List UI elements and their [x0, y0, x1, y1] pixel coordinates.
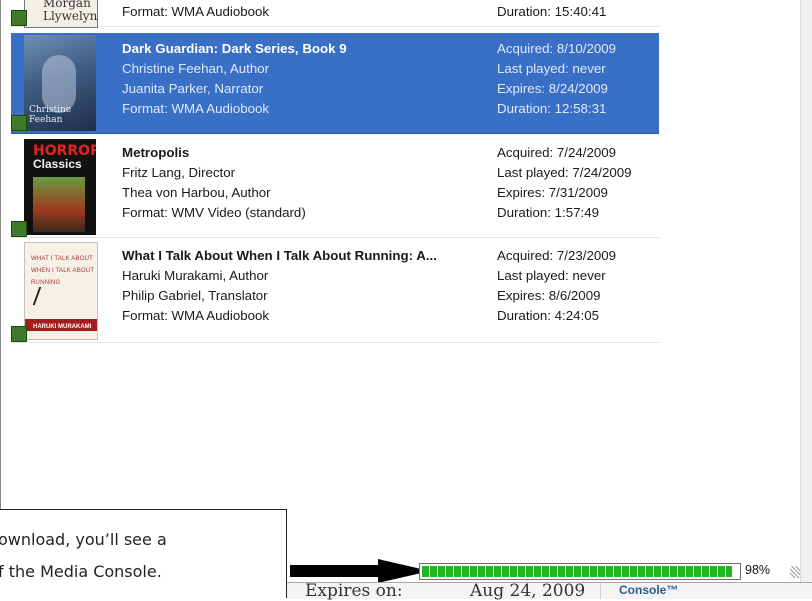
- media-console-tab[interactable]: Console™: [600, 581, 812, 599]
- item-acquired: Acquired: 8/10/2009: [497, 41, 617, 56]
- media-type-icon: [11, 115, 27, 131]
- item-title[interactable]: What I Talk About When I Talk About Runn…: [122, 246, 437, 266]
- item-duration: Duration: 12:58:31: [497, 101, 607, 116]
- item-last-played: Last played: never: [497, 268, 606, 283]
- list-item[interactable]: HORROR Classics Metropolis Fritz Lang, D…: [11, 137, 659, 238]
- item-duration: Duration: 1:57:49: [497, 205, 600, 220]
- item-format: Format: WMA Audiobook: [122, 4, 270, 19]
- item-expires: Expires: 8/24/2009: [497, 81, 608, 96]
- vertical-scrollbar[interactable]: [800, 0, 812, 585]
- progress-fill: [422, 566, 732, 577]
- progress-percent: 98%: [745, 563, 771, 577]
- item-translator: Philip Gabriel, Translator: [122, 288, 268, 303]
- download-progress-bar: [419, 563, 741, 580]
- expires-date: Aug 24, 2009: [470, 581, 586, 601]
- item-author: Christine Feehan, Author: [122, 61, 270, 76]
- item-director: Fritz Lang, Director: [122, 165, 236, 180]
- list-item-selected[interactable]: Christine Feehan Dark Guardian: Dark Ser…: [11, 33, 659, 134]
- item-narrator: Juanita Parker, Narrator: [122, 81, 264, 96]
- item-format: Format: WMA Audiobook: [122, 101, 270, 116]
- list-item[interactable]: Morgan Llywelyn Format: WMA Audiobook Dur…: [11, 0, 659, 28]
- item-title[interactable]: Metropolis: [122, 143, 306, 163]
- media-type-icon: [11, 326, 27, 342]
- item-format: Format: WMA Audiobook: [122, 308, 270, 323]
- item-last-played: Last played: never: [497, 61, 606, 76]
- media-type-icon: [11, 221, 27, 237]
- item-author: Haruki Murakami, Author: [122, 268, 269, 283]
- media-type-icon: [11, 10, 27, 26]
- item-duration: Duration: 15:40:41: [497, 4, 607, 19]
- item-title[interactable]: Dark Guardian: Dark Series, Book 9: [122, 39, 347, 59]
- item-expires: Expires: 8/6/2009: [497, 288, 601, 303]
- callout-box: ownload, you’ll see a f the Media Consol…: [0, 509, 287, 598]
- expires-label: Expires on:: [305, 581, 403, 601]
- item-acquired: Acquired: 7/24/2009: [497, 145, 617, 160]
- item-last-played: Last played: 7/24/2009: [497, 165, 632, 180]
- item-duration: Duration: 4:24:05: [497, 308, 600, 323]
- console-label: Console™: [619, 583, 679, 597]
- item-expires: Expires: 7/31/2009: [497, 185, 608, 200]
- item-author: Thea von Harbou, Author: [122, 185, 271, 200]
- library-list-panel: Morgan Llywelyn Format: WMA Audiobook Dur…: [0, 0, 801, 585]
- item-acquired: Acquired: 7/23/2009: [497, 248, 617, 263]
- callout-line-1: ownload, you’ll see a: [0, 530, 167, 549]
- list-item[interactable]: WHAT I TALK ABOUT WHEN I TALK ABOUT RUNNIN…: [11, 240, 659, 343]
- callout-line-2: f the Media Console.: [0, 562, 162, 581]
- resize-grip-icon[interactable]: [790, 566, 800, 578]
- cover-image: HORROR Classics: [24, 139, 96, 235]
- status-bar: Expires on: Aug 24, 2009 Console™: [287, 581, 812, 601]
- cover-image: Morgan Llywelyn: [24, 0, 98, 28]
- cover-image: WHAT I TALK ABOUT WHEN I TALK ABOUT RUNNIN…: [24, 242, 98, 340]
- item-format: Format: WMV Video (standard): [122, 205, 306, 220]
- cover-image: Christine Feehan: [24, 35, 96, 131]
